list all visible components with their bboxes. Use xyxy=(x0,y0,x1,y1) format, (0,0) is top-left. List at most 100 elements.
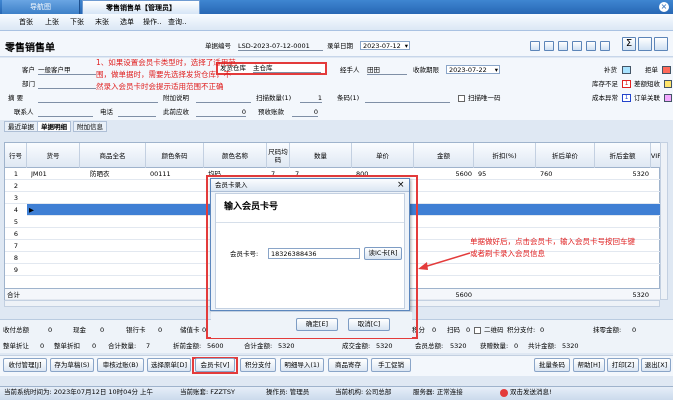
grid-icon[interactable] xyxy=(638,37,652,51)
col-discount: 折扣(%) xyxy=(474,143,536,168)
read-ic-card-button[interactable]: 读IC卡[R] xyxy=(364,247,402,260)
message-icon[interactable] xyxy=(500,389,508,397)
stored-card-label: 储值卡 xyxy=(180,326,200,334)
card-no-label: 会员卡号: xyxy=(230,250,259,258)
cell-row-no: 2 xyxy=(13,182,19,190)
last-button[interactable]: 末张 xyxy=(95,17,109,28)
tab-bar: 导航图 零售销售单【管理员】 × xyxy=(0,0,673,14)
deal-amount-value: 5320 xyxy=(376,342,393,350)
manual-promo-button[interactable]: 手工促销 xyxy=(371,358,411,372)
remark-field[interactable] xyxy=(196,94,251,103)
detail-import-button[interactable]: 明细导入(1) xyxy=(280,358,324,372)
query-menu[interactable]: 查询.. xyxy=(168,17,186,28)
cell-row-no: 1 xyxy=(13,170,19,178)
deal-amount-label: 成交金额: xyxy=(342,342,371,350)
tab-navigation[interactable]: 导航图 xyxy=(2,0,80,14)
remark-label: 附加说明 xyxy=(163,94,189,102)
scan-value: 0 xyxy=(466,326,471,334)
payment-manage-button[interactable]: 收付管理[J] xyxy=(3,358,47,372)
grid-vertical-scrollbar[interactable] xyxy=(660,142,668,300)
first-button[interactable]: 首张 xyxy=(19,17,33,28)
select-original-button[interactable]: 选择原单[D] xyxy=(147,358,191,372)
copy-icon[interactable] xyxy=(544,41,554,51)
prior-receivable-field: 0 xyxy=(196,108,246,117)
sum-icon[interactable]: Σ xyxy=(622,37,636,51)
cell-code[interactable]: JM01 xyxy=(31,168,80,180)
tab-recent-bills[interactable]: 最近单据 xyxy=(4,121,38,132)
audit-post-button[interactable]: 审核过账(B) xyxy=(97,358,144,372)
card-no-input[interactable]: 18326388436 xyxy=(268,248,360,259)
close-icon[interactable]: × xyxy=(659,2,669,12)
pre-discount-value: 5600 xyxy=(207,342,224,350)
cancel-button[interactable]: 取消[C] xyxy=(348,318,390,331)
ok-button[interactable]: 确定[E] xyxy=(296,318,338,331)
scan-unique-checkbox[interactable] xyxy=(458,95,465,102)
handler-field[interactable]: 田田 xyxy=(367,66,407,75)
dept-field[interactable] xyxy=(38,80,96,89)
exit-button[interactable]: 退出[X] xyxy=(641,358,671,372)
points-value: 0 xyxy=(432,326,437,334)
customer-field[interactable]: 一般客户甲 xyxy=(38,66,96,75)
contact-field[interactable] xyxy=(38,108,93,117)
collect-date-label: 收款期限 xyxy=(413,66,439,74)
points-pay-value: 0 xyxy=(540,326,545,334)
cell-discount[interactable]: 95 xyxy=(478,168,536,180)
goods-deposit-button[interactable]: 商品寄存 xyxy=(328,358,368,372)
col-color-code: 颜色条码 xyxy=(146,143,204,168)
close-icon[interactable]: × xyxy=(397,179,405,191)
col-price: 单价 xyxy=(352,143,414,168)
cell-disc-price[interactable]: 760 xyxy=(540,168,595,180)
cell-disc-amount: 5320 xyxy=(632,170,649,178)
qrcode-checkbox[interactable] xyxy=(474,327,481,334)
bill-no-field[interactable]: LSD-2023-07-12-0001 xyxy=(238,42,323,51)
scan-qty-field[interactable]: 1 xyxy=(300,94,322,103)
export-icon[interactable] xyxy=(586,41,596,51)
select-bill-button[interactable]: 选单 xyxy=(120,17,134,28)
prepay-label: 预收账款 xyxy=(258,108,284,116)
round-off-label: 抹零金额: xyxy=(593,326,622,334)
bill-date-select[interactable]: 2023-07-12 ▾ xyxy=(360,41,410,50)
summary-field[interactable] xyxy=(38,94,158,103)
help-button[interactable]: 帮助[H] xyxy=(573,358,605,372)
total-qty-label: 合计数量: xyxy=(108,342,137,350)
prev-button[interactable]: 上张 xyxy=(45,17,59,28)
status-time: 当前系统时间为: 2023年07月12日 10时04分 上午 xyxy=(4,388,154,396)
stock-short-swatch: 1 xyxy=(622,80,631,88)
reject-label: 拒单 xyxy=(645,66,658,74)
order-link-swatch xyxy=(664,94,672,102)
settings-icon[interactable] xyxy=(558,41,568,51)
warehouse-field[interactable]: 主仓库 xyxy=(253,64,321,73)
operate-menu[interactable]: 操作.. xyxy=(143,17,161,28)
tab-retail-sale[interactable]: 零售销售单【管理员】 xyxy=(82,0,200,14)
print-icon[interactable] xyxy=(600,41,610,51)
dialog-title: 会员卡录入 xyxy=(215,181,248,189)
batch-barcode-button[interactable]: 批量条码 xyxy=(534,358,570,372)
col-size: 尺码均码 xyxy=(267,143,290,168)
print-button[interactable]: 打印[Z] xyxy=(607,358,639,372)
member-card-button[interactable]: 会员卡[V] xyxy=(195,358,235,372)
stock-short-label: 库存不足 xyxy=(592,80,618,88)
status-message[interactable]: 双击发送消息! xyxy=(510,388,552,397)
row-pointer-icon: ▶ xyxy=(29,206,34,214)
barcode-field[interactable] xyxy=(365,94,450,103)
phone-field[interactable] xyxy=(118,108,156,117)
col-color-name: 颜色名称 xyxy=(204,143,267,168)
member-total-label: 会员总额: xyxy=(415,342,444,350)
collect-date-select[interactable]: 2023-07-22 ▾ xyxy=(446,65,500,74)
list-icon[interactable] xyxy=(654,37,668,51)
next-button[interactable]: 下张 xyxy=(70,17,84,28)
edit-icon[interactable] xyxy=(530,41,540,51)
restock-swatch xyxy=(622,66,631,74)
cash-value: 0 xyxy=(100,326,105,334)
tab-extra-info[interactable]: 附加信息 xyxy=(73,121,107,132)
prepay-field: 0 xyxy=(292,108,318,117)
cell-row-no: 8 xyxy=(13,254,19,262)
annotation-warehouse-note: 1、如果设置会员卡类型时，选择了适用范围，做单据时，需要先选择发货仓库，不然录入… xyxy=(96,58,236,91)
cell-name[interactable]: 防晒衣 xyxy=(90,168,146,180)
points-pay-button[interactable]: 积分支付 xyxy=(240,358,276,372)
order-link-label: 订单关联 xyxy=(634,94,660,102)
save-draft-button[interactable]: 存为草稿(S) xyxy=(50,358,94,372)
cell-color-code[interactable]: 00111 xyxy=(150,168,204,180)
layout-icon[interactable] xyxy=(572,41,582,51)
tab-bill-detail[interactable]: 单据明细 xyxy=(37,121,71,132)
